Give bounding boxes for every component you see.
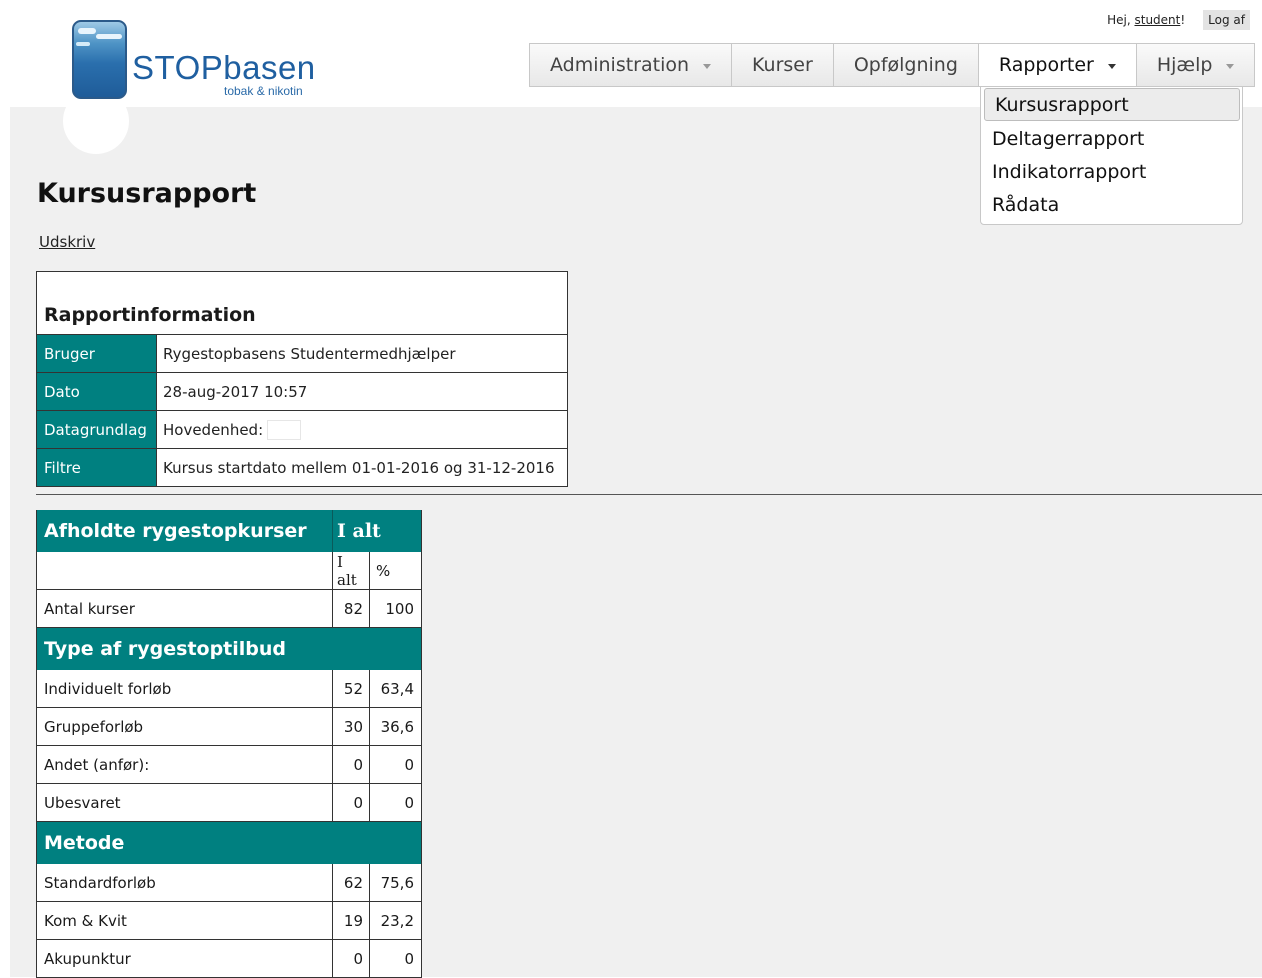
info-value: Rygestopbasens Studentermedhjælper <box>163 344 456 363</box>
table-row: Gruppeforløb 30 36,6 <box>37 708 421 746</box>
table-row: Antal kurser 82 100 <box>37 590 421 628</box>
table-row: Ubesvaret 0 0 <box>37 784 421 822</box>
row-label: Individuelt forløb <box>37 670 333 707</box>
row-pct: 63,4 <box>380 679 414 698</box>
row-pct: 0 <box>404 793 414 812</box>
info-value-wrapper: Hovedenhed: <box>157 411 567 448</box>
menu-item-indikatorrapport[interactable]: Indikatorrapport <box>982 156 1241 189</box>
divider <box>36 494 1262 495</box>
row-count: 82 <box>333 590 370 627</box>
row-pct: 100 <box>385 599 414 618</box>
table-row: Andet (anfør): 0 0 <box>37 746 421 784</box>
stats-subheader-row: I alt % <box>37 552 421 590</box>
info-row-filtre: Filtre Kursus startdato mellem 01-01-201… <box>37 449 567 486</box>
row-count: 0 <box>333 746 370 783</box>
row-pct: 0 <box>404 949 414 968</box>
row-label: Kom & Kvit <box>37 902 333 939</box>
info-label: Dato <box>37 373 157 410</box>
menu-item-deltagerrapport[interactable]: Deltagerrapport <box>982 123 1241 156</box>
section-header: Metode <box>37 822 421 864</box>
page-title: Kursusrapport <box>37 178 257 209</box>
nav-item-opfolgning[interactable]: Opfølgning <box>834 44 979 86</box>
subheader-pct: % <box>376 561 391 580</box>
redacted-field <box>267 419 302 440</box>
info-label: Filtre <box>37 449 157 486</box>
row-label: Gruppeforløb <box>37 708 333 745</box>
table-row: Standardforløb 62 75,6 <box>37 864 421 902</box>
chevron-down-icon <box>1226 63 1235 69</box>
row-label: Standardforløb <box>37 864 333 901</box>
info-row-bruger: Bruger Rygestopbasens Studentermedhjælpe… <box>37 335 567 373</box>
row-label: Andet (anfør): <box>37 746 333 783</box>
row-count: 62 <box>333 864 370 901</box>
nav-item-hjaelp[interactable]: Hjælp <box>1137 44 1255 86</box>
info-value: Hovedenhed: <box>163 420 264 439</box>
stopbasen-logo[interactable]: STOPbasen tobak & nikotin <box>63 18 344 154</box>
chevron-down-icon <box>1107 63 1116 69</box>
row-pct: 23,2 <box>380 911 414 930</box>
report-info-title-row: Rapportinformation <box>37 272 567 335</box>
menu-item-kursusrapport[interactable]: Kursusrapport <box>984 88 1240 121</box>
table-row: Individuelt forløb 52 63,4 <box>37 670 421 708</box>
print-link[interactable]: Udskriv <box>39 233 95 251</box>
row-count: 52 <box>333 670 370 707</box>
row-label: Antal kurser <box>37 590 333 627</box>
row-count: 0 <box>333 940 370 977</box>
water-glass-icon <box>72 20 127 99</box>
info-row-dato: Dato 28-aug-2017 10:57 <box>37 373 567 411</box>
row-pct: 75,6 <box>380 873 414 892</box>
subheader-count: I alt <box>333 552 370 589</box>
stats-header-title: Afholdte rygestopkurser <box>37 510 333 552</box>
info-row-datagrundlag: Datagrundlag Hovedenhed: <box>37 411 567 449</box>
row-pct: 36,6 <box>380 717 414 736</box>
nav-item-administration[interactable]: Administration <box>530 44 733 86</box>
stats-header-row: Afholdte rygestopkurser I alt <box>37 510 421 552</box>
table-row: Akupunktur 0 0 <box>37 940 421 978</box>
row-label: Ubesvaret <box>37 784 333 821</box>
menu-item-radata[interactable]: Rådata <box>982 189 1241 222</box>
table-row: Kom & Kvit 19 23,2 <box>37 902 421 940</box>
logo-brand-text: STOPbasen <box>132 49 316 86</box>
chevron-down-icon <box>703 63 712 69</box>
report-info-table: Rapportinformation Bruger Rygestopbasens… <box>36 271 568 487</box>
username-link[interactable]: student <box>1134 13 1180 27</box>
logo-tagline: tobak & nikotin <box>224 84 303 98</box>
info-label: Bruger <box>37 335 157 372</box>
main-nav: Administration Kurser Opfølgning Rapport… <box>529 43 1256 87</box>
info-value: 28-aug-2017 10:57 <box>163 382 308 401</box>
user-bar: Hej, student! Log af <box>1107 10 1250 30</box>
stats-header-total: I alt <box>337 520 381 542</box>
info-label: Datagrundlag <box>37 411 157 448</box>
info-value: Kursus startdato mellem 01-01-2016 og 31… <box>163 458 555 477</box>
row-count: 0 <box>333 784 370 821</box>
nav-item-kurser[interactable]: Kurser <box>732 44 834 86</box>
row-count: 19 <box>333 902 370 939</box>
greeting-text: Hej, student! <box>1107 13 1186 27</box>
course-stats-table: Afholdte rygestopkurser I alt I alt % An… <box>36 510 422 978</box>
nav-item-rapporter[interactable]: Rapporter <box>978 44 1137 86</box>
row-label: Akupunktur <box>37 940 333 977</box>
report-info-title: Rapportinformation <box>44 304 256 326</box>
logout-button[interactable]: Log af <box>1203 10 1250 30</box>
row-count: 30 <box>333 708 370 745</box>
row-pct: 0 <box>404 755 414 774</box>
rapporter-dropdown-menu: Kursusrapport Deltagerrapport Indikatorr… <box>980 86 1243 225</box>
section-header: Type af rygestoptilbud <box>37 628 421 670</box>
